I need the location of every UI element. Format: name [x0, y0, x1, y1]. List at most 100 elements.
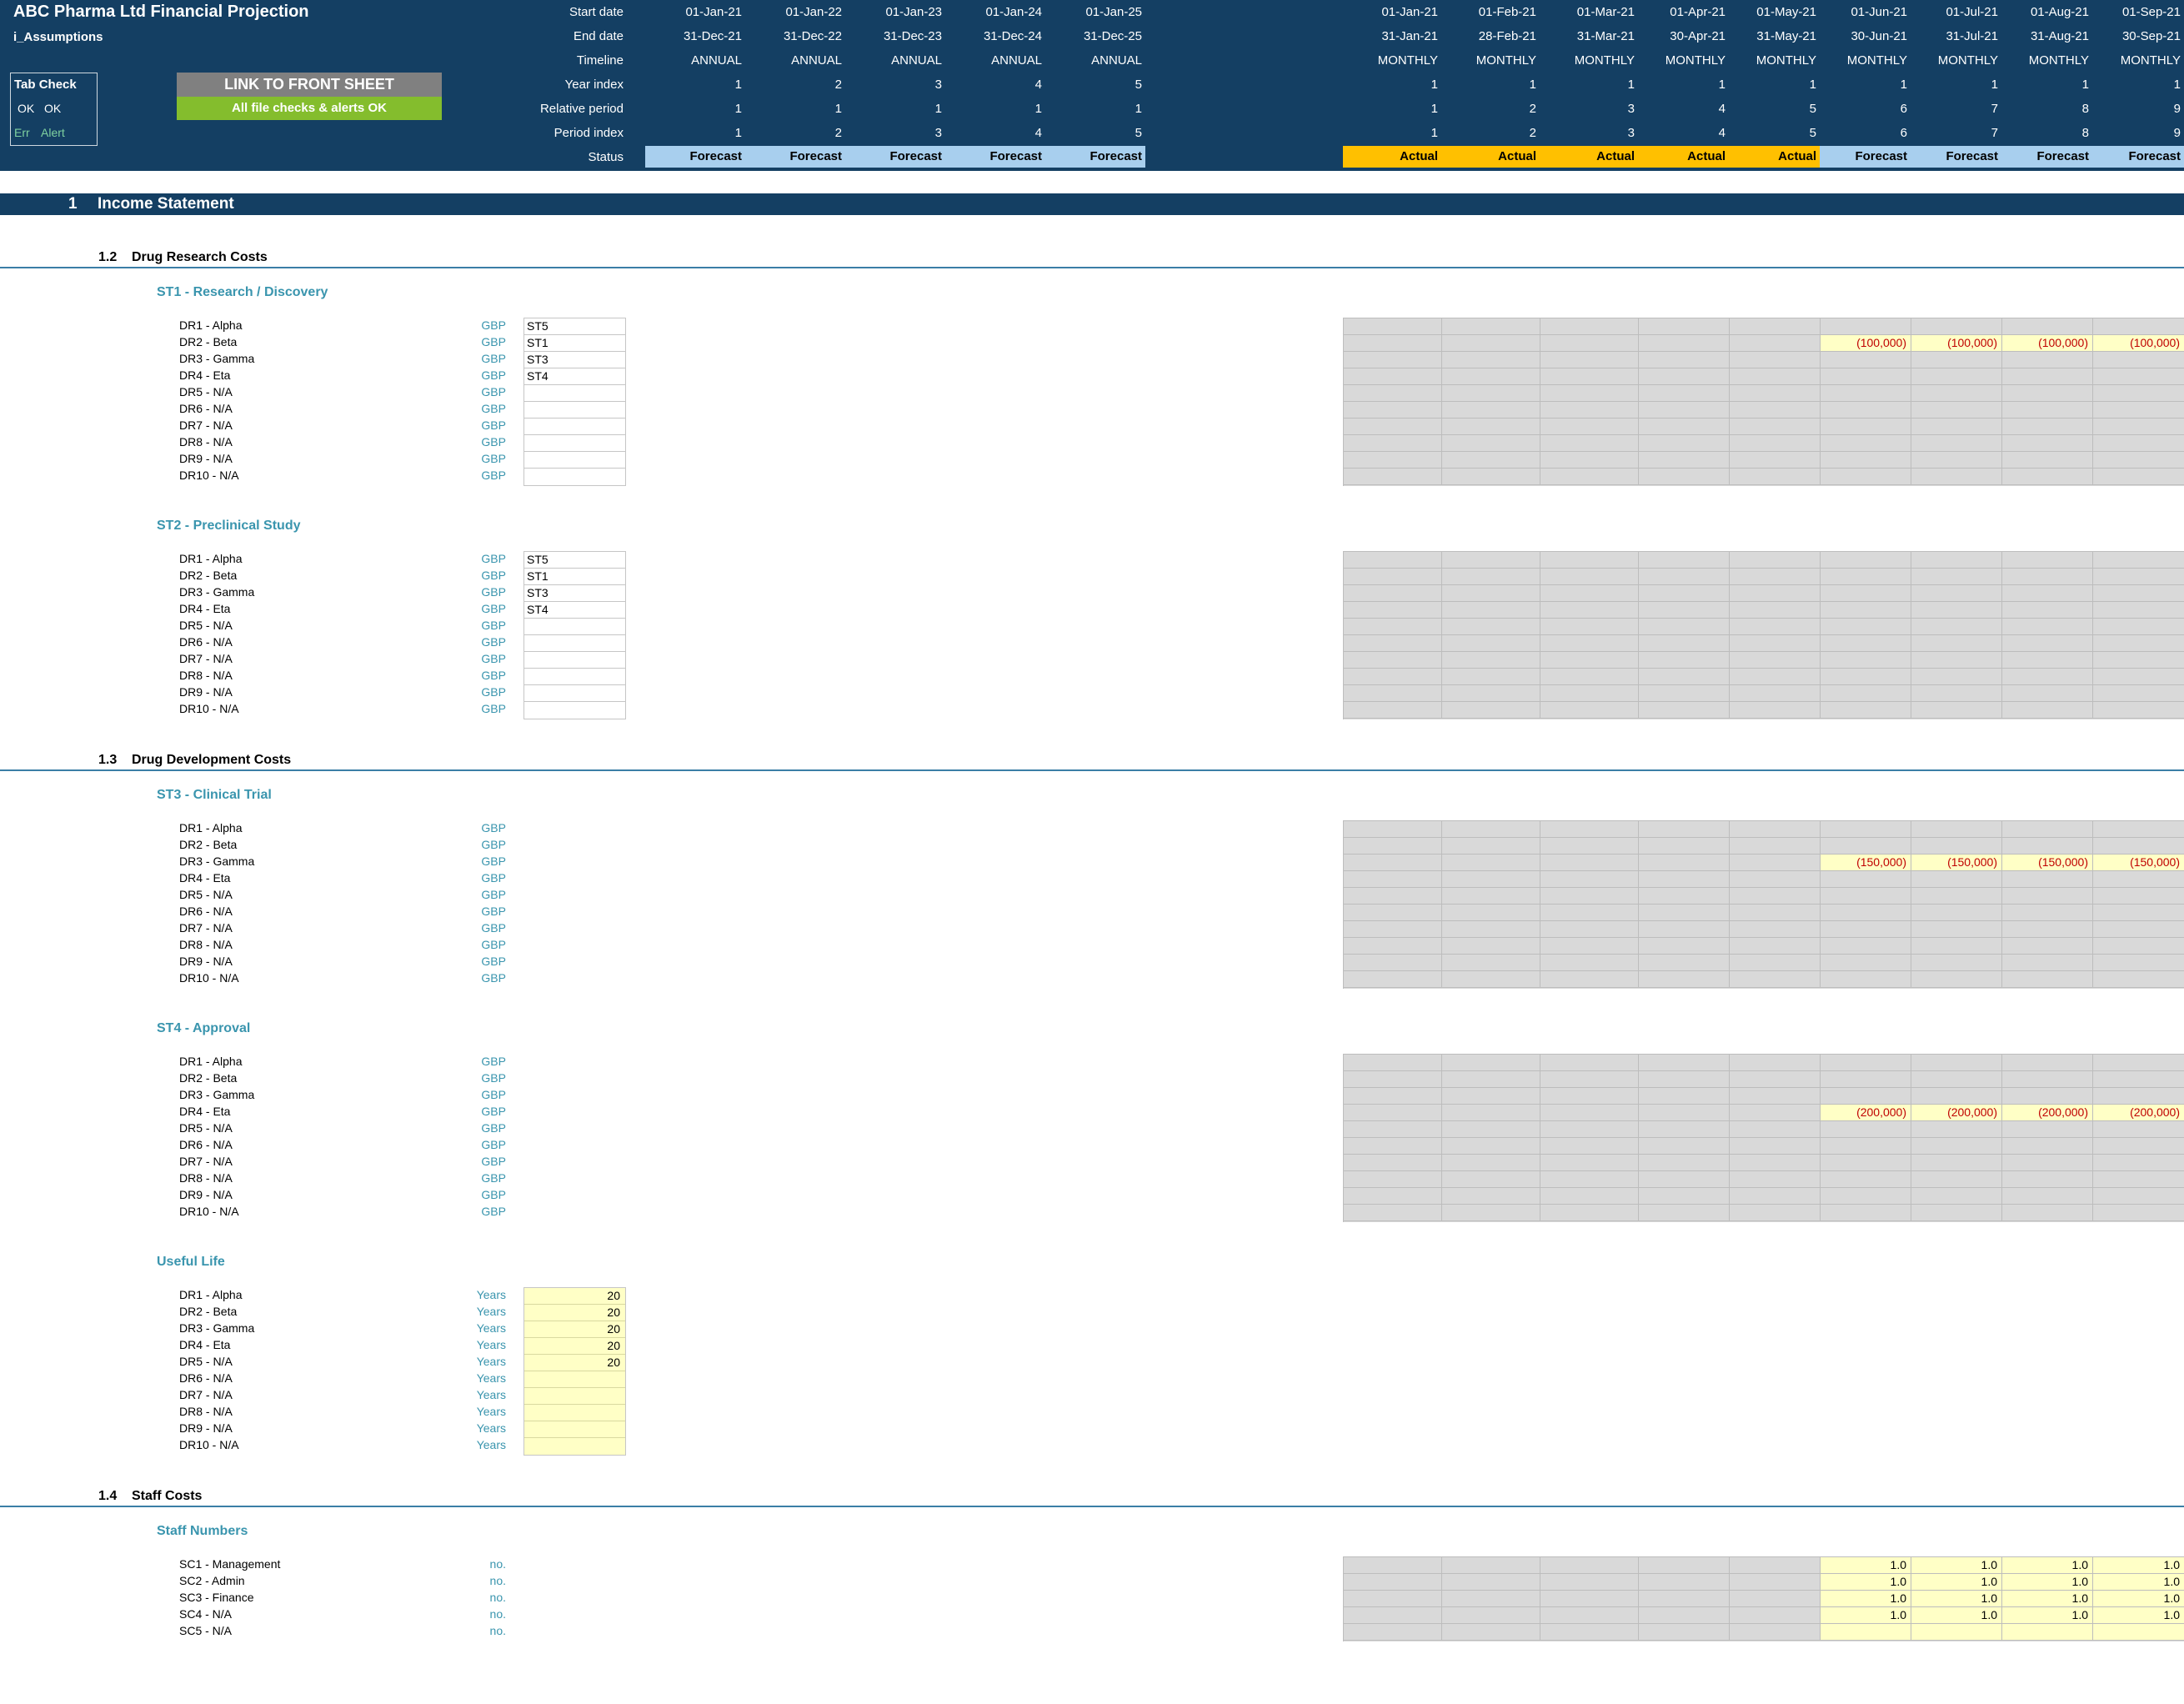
grid-cell[interactable] — [1344, 652, 1442, 668]
grid-cell[interactable] — [1540, 1574, 1639, 1590]
input-cell[interactable] — [524, 469, 625, 485]
grid-cell[interactable] — [2002, 469, 2093, 484]
grid-cell[interactable] — [1344, 368, 1442, 384]
grid-cell[interactable] — [1911, 435, 2002, 451]
input-cell[interactable]: ST5 — [524, 318, 625, 335]
grid-cell[interactable] — [1540, 1607, 1639, 1623]
grid-cell[interactable] — [1540, 669, 1639, 684]
grid-cell[interactable] — [2093, 452, 2184, 468]
grid-cell[interactable] — [1911, 938, 2002, 954]
grid-cell[interactable] — [1730, 352, 1821, 368]
grid-cell[interactable] — [1442, 871, 1540, 887]
grid-cell[interactable] — [1344, 1607, 1442, 1623]
grid-cell[interactable] — [1540, 352, 1639, 368]
grid-cell[interactable] — [1911, 888, 2002, 904]
grid-cell[interactable] — [1442, 1155, 1540, 1170]
grid-cell[interactable] — [1821, 1088, 1911, 1104]
grid-cell[interactable] — [1730, 838, 1821, 854]
grid-cell[interactable] — [1911, 921, 2002, 937]
grid-cell[interactable] — [1730, 1205, 1821, 1220]
grid-cell[interactable] — [1442, 1055, 1540, 1070]
grid-cell[interactable] — [1540, 652, 1639, 668]
grid-cell[interactable] — [1911, 1171, 2002, 1187]
grid-cell[interactable] — [1639, 1607, 1730, 1623]
grid-cell[interactable] — [2002, 619, 2093, 634]
input-cell[interactable]: ST3 — [524, 352, 625, 368]
grid-cell[interactable] — [1911, 821, 2002, 837]
grid-cell[interactable] — [1911, 569, 2002, 584]
grid-cell[interactable] — [1821, 955, 1911, 970]
grid-cell[interactable] — [2093, 385, 2184, 401]
grid-cell[interactable] — [1639, 385, 1730, 401]
grid-cell[interactable] — [2093, 1121, 2184, 1137]
grid-cell[interactable] — [1344, 352, 1442, 368]
grid-cell[interactable] — [1730, 1188, 1821, 1204]
grid-cell[interactable] — [1911, 669, 2002, 684]
grid-cell[interactable] — [2002, 652, 2093, 668]
grid-cell[interactable] — [1639, 1155, 1730, 1170]
grid-cell[interactable] — [1344, 385, 1442, 401]
timeline-input-grid[interactable]: (200,000) (200,000) (200,000) (200,000) — [1343, 1054, 2184, 1222]
grid-cell[interactable] — [1639, 619, 1730, 634]
grid-cell[interactable] — [1911, 619, 2002, 634]
grid-cell[interactable] — [1442, 418, 1540, 434]
grid-cell[interactable] — [1821, 435, 1911, 451]
grid-cell[interactable] — [1442, 1591, 1540, 1606]
grid-cell[interactable] — [1911, 352, 2002, 368]
grid-cell[interactable] — [1730, 452, 1821, 468]
grid-cell[interactable] — [1540, 619, 1639, 634]
grid-cell[interactable] — [2002, 838, 2093, 854]
grid-cell[interactable] — [1344, 1071, 1442, 1087]
grid-cell[interactable] — [1344, 702, 1442, 718]
grid-cell[interactable] — [1344, 435, 1442, 451]
grid-cell[interactable] — [1344, 1188, 1442, 1204]
grid-cell[interactable] — [2002, 888, 2093, 904]
grid-cell[interactable] — [1442, 619, 1540, 634]
grid-cell[interactable] — [1821, 702, 1911, 718]
grid-cell[interactable] — [1821, 938, 1911, 954]
grid-cell[interactable] — [1344, 955, 1442, 970]
grid-cell[interactable] — [1730, 1105, 1821, 1120]
grid-cell[interactable] — [2002, 418, 2093, 434]
grid-cell[interactable] — [1344, 1121, 1442, 1137]
grid-cell[interactable] — [1540, 871, 1639, 887]
grid-cell[interactable] — [1730, 552, 1821, 568]
grid-cell[interactable] — [2002, 368, 2093, 384]
grid-cell[interactable] — [2093, 469, 2184, 484]
grid-cell[interactable] — [1821, 352, 1911, 368]
grid-cell[interactable] — [1730, 1624, 1821, 1640]
grid-cell[interactable] — [1344, 1155, 1442, 1170]
grid-cell[interactable] — [1540, 1171, 1639, 1187]
grid-cell[interactable] — [1442, 955, 1540, 970]
grid-cell[interactable] — [1344, 318, 1442, 334]
grid-cell[interactable] — [2093, 569, 2184, 584]
grid-cell[interactable] — [1730, 685, 1821, 701]
grid-cell[interactable] — [1540, 855, 1639, 870]
grid-cell[interactable] — [1344, 1557, 1442, 1573]
grid-cell[interactable]: 1.0 — [2093, 1591, 2184, 1606]
grid-cell[interactable] — [1730, 619, 1821, 634]
grid-cell[interactable] — [1344, 1105, 1442, 1120]
grid-cell[interactable] — [1442, 385, 1540, 401]
grid-cell[interactable] — [1639, 1138, 1730, 1154]
grid-cell[interactable] — [2093, 1155, 2184, 1170]
grid-cell[interactable] — [1639, 855, 1730, 870]
grid-cell[interactable] — [1540, 955, 1639, 970]
grid-cell[interactable] — [1821, 552, 1911, 568]
grid-cell[interactable] — [2093, 955, 2184, 970]
grid-cell[interactable] — [1911, 955, 2002, 970]
grid-cell[interactable]: (100,000) — [2093, 335, 2184, 351]
input-cell[interactable] — [524, 702, 625, 719]
grid-cell[interactable]: 1.0 — [1821, 1557, 1911, 1573]
grid-cell[interactable] — [1442, 838, 1540, 854]
grid-cell[interactable] — [1442, 318, 1540, 334]
grid-cell[interactable] — [1821, 1055, 1911, 1070]
grid-cell[interactable] — [1911, 418, 2002, 434]
grid-cell[interactable] — [1821, 452, 1911, 468]
grid-cell[interactable] — [1911, 1188, 2002, 1204]
grid-cell[interactable] — [1344, 335, 1442, 351]
grid-cell[interactable] — [2093, 418, 2184, 434]
grid-cell[interactable]: 1.0 — [1911, 1574, 2002, 1590]
grid-cell[interactable] — [1911, 1088, 2002, 1104]
grid-cell[interactable]: (200,000) — [1821, 1105, 1911, 1120]
